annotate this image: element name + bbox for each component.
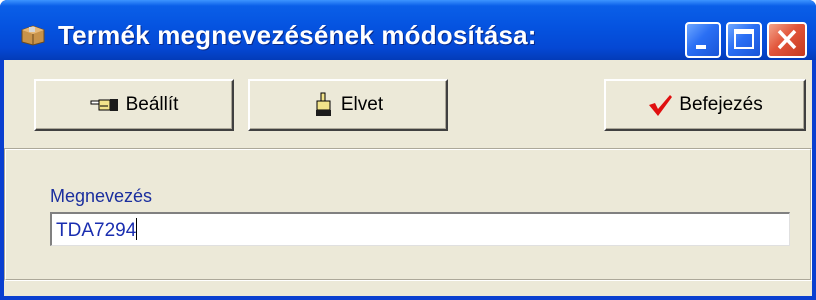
raised-hand-icon: [313, 92, 335, 118]
discard-button[interactable]: Elvet: [248, 79, 448, 131]
finish-button[interactable]: Befejezés: [604, 79, 806, 131]
finish-button-label: Befejezés: [679, 94, 763, 115]
minimize-button[interactable]: [685, 22, 721, 58]
close-button[interactable]: [767, 22, 807, 58]
form-panel: Megnevezés TDA7294: [4, 148, 812, 281]
set-button-label: Beállít: [125, 94, 179, 115]
maximize-icon: [734, 29, 754, 49]
name-input[interactable]: TDA7294: [50, 212, 790, 246]
form-panel-inner: Megnevezés TDA7294: [5, 149, 811, 280]
text-caret: [136, 218, 138, 240]
name-input-value: TDA7294: [56, 220, 137, 241]
set-button[interactable]: Beállít: [34, 79, 234, 131]
title-bar[interactable]: Termék megnevezésének módosítása:: [0, 0, 816, 60]
pointing-hand-icon: [90, 96, 120, 114]
checkmark-icon: [647, 93, 673, 117]
client-area: Beállít Elvet Befejezés Megnevezés TDA72…: [4, 60, 812, 296]
close-icon: [777, 29, 797, 50]
name-label: Megnevezés: [50, 186, 153, 206]
maximize-button[interactable]: [726, 22, 762, 58]
discard-button-label: Elvet: [340, 94, 384, 115]
window-title: Termék megnevezésének módosítása:: [58, 20, 537, 50]
minimize-icon: [696, 45, 706, 49]
box-icon: [21, 25, 45, 46]
dialog-window: Termék megnevezésének módosítása: Beállí…: [0, 0, 816, 300]
